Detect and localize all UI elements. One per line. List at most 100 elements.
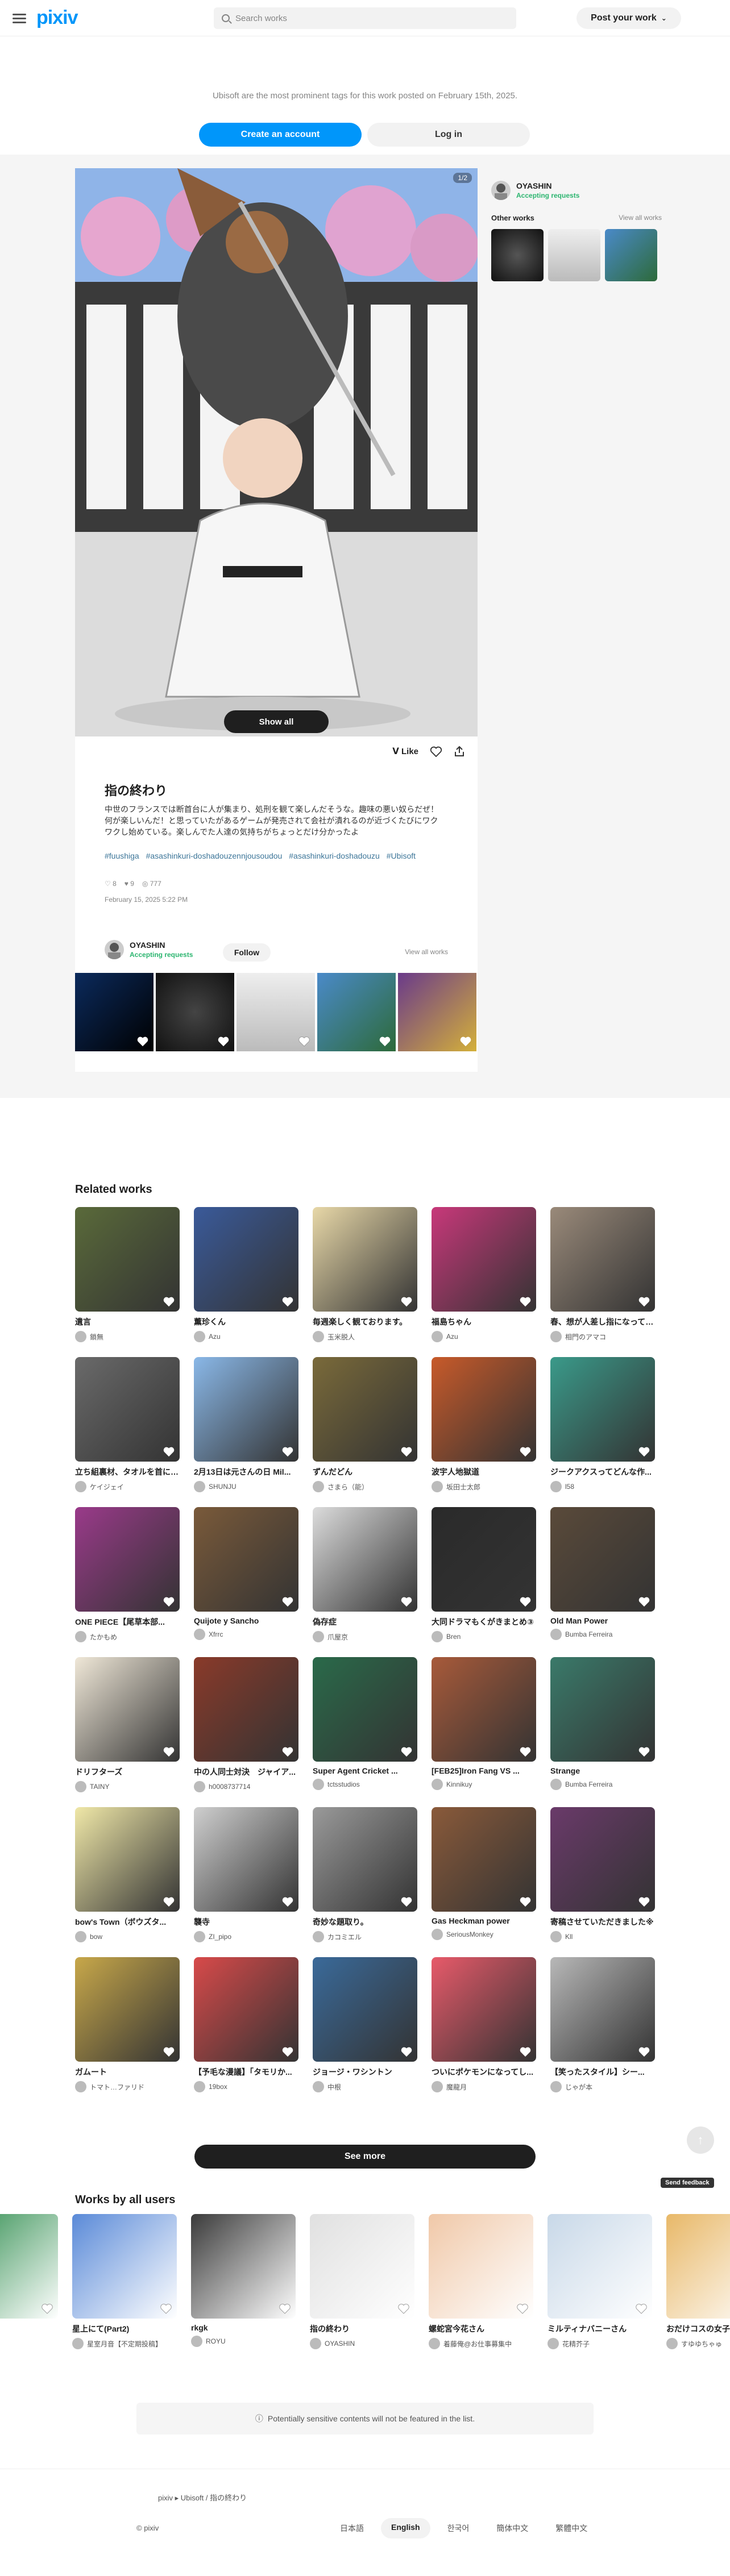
work-user[interactable] <box>0 2338 58 2349</box>
heart-icon[interactable] <box>281 1446 294 1457</box>
work-user[interactable]: さまら（能） <box>313 1481 417 1492</box>
menu-icon[interactable] <box>13 11 26 25</box>
work-title[interactable]: ブ <box>0 2323 58 2334</box>
work-user[interactable]: tctsstudios <box>313 1779 417 1790</box>
work-title[interactable]: [FEB25]Iron Fang VS ... <box>432 1766 536 1775</box>
work-title[interactable]: ガムート <box>75 2066 180 2078</box>
work-thumbnail[interactable] <box>432 1657 536 1762</box>
user-name[interactable]: l58 <box>565 1483 574 1491</box>
heart-icon[interactable] <box>379 1035 391 1047</box>
all-users-work-card[interactable]: 指の終わり OYASHIN <box>310 2214 414 2349</box>
work-thumbnail[interactable] <box>429 2214 533 2319</box>
avatar[interactable] <box>75 1931 86 1942</box>
work-thumbnail[interactable] <box>550 1807 655 1912</box>
user-name[interactable]: 19box <box>209 2083 227 2091</box>
work-title[interactable]: 星上にて(Part2) <box>72 2323 177 2334</box>
avatar[interactable] <box>432 1631 443 1642</box>
heart-icon[interactable] <box>638 1746 650 1757</box>
work-title[interactable]: bow's Town（ボウズタ... <box>75 1916 180 1928</box>
heart-icon[interactable] <box>519 1746 532 1757</box>
avatar[interactable] <box>491 181 511 200</box>
avatar[interactable] <box>429 2338 440 2349</box>
other-work-thumbnail[interactable] <box>605 229 657 281</box>
author-name[interactable]: OYASHIN <box>130 940 193 950</box>
avatar[interactable] <box>313 1931 324 1942</box>
related-work-card[interactable]: 波宇人地獄道 坂田士太郎 <box>432 1357 536 1492</box>
work-title[interactable]: ドリフターズ <box>75 1766 180 1778</box>
user-name[interactable]: カコミエル <box>327 1932 362 1942</box>
work-thumbnail[interactable] <box>194 1357 298 1462</box>
user-name[interactable]: さまら（能） <box>327 1482 368 1492</box>
related-work-card[interactable]: 偽存症 爪屋京 <box>313 1507 417 1642</box>
work-title[interactable]: 福島ちゃん <box>432 1316 536 1327</box>
work-user[interactable]: Kinnikuy <box>432 1779 536 1790</box>
breadcrumb-item[interactable]: Ubisoft <box>181 2494 204 2502</box>
avatar[interactable] <box>313 1331 324 1342</box>
user-name[interactable]: Bumba Ferreira <box>565 1630 612 1638</box>
heart-icon[interactable] <box>638 1296 650 1307</box>
user-name[interactable]: 花精芥子 <box>562 2339 590 2349</box>
heart-icon[interactable] <box>400 1596 413 1607</box>
work-thumbnail[interactable] <box>313 1357 417 1462</box>
work-thumbnail[interactable] <box>194 1657 298 1762</box>
language-option[interactable]: 한국어 <box>437 2518 480 2538</box>
work-title[interactable]: 偽存症 <box>313 1616 417 1628</box>
work-thumbnail[interactable] <box>398 973 476 1051</box>
language-option-active[interactable]: English <box>381 2518 430 2538</box>
work-title[interactable]: 【予毛な漫議】「タモリか... <box>194 2066 298 2078</box>
work-user[interactable]: ROYU <box>191 2336 296 2347</box>
avatar[interactable] <box>194 1781 205 1792</box>
see-more-button[interactable]: See more <box>194 2145 536 2169</box>
work-user[interactable]: Xfrrc <box>194 1629 298 1640</box>
artwork-image[interactable]: 1/2 Show all <box>75 168 478 736</box>
avatar[interactable] <box>194 2081 205 2092</box>
user-name[interactable]: 坂田士太郎 <box>446 1482 480 1492</box>
heart-icon[interactable] <box>136 1035 149 1047</box>
work-thumbnail[interactable] <box>75 1207 180 1312</box>
work-title[interactable]: 遺言 <box>75 1316 180 1327</box>
avatar[interactable] <box>75 1631 86 1642</box>
user-name[interactable]: ZI_pipo <box>209 1933 231 1941</box>
related-work-card[interactable]: ジョージ・ワシントン 中根 <box>313 1957 417 2092</box>
user-name[interactable]: Azu <box>209 1333 221 1341</box>
work-title[interactable]: Gas Heckman power <box>432 1916 536 1925</box>
work-title[interactable]: 襲寺 <box>194 1916 298 1928</box>
avatar[interactable] <box>432 1331 443 1342</box>
user-name[interactable]: 相門のアマコ <box>565 1332 606 1342</box>
work-user[interactable]: じゃが本 <box>550 2081 655 2092</box>
heart-icon[interactable] <box>459 1035 472 1047</box>
related-work-card[interactable]: 【予毛な漫議】「タモリか... 19box <box>194 1957 298 2092</box>
work-thumbnail[interactable] <box>75 1957 180 2062</box>
avatar[interactable] <box>194 1629 205 1640</box>
work-thumbnail[interactable] <box>432 1207 536 1312</box>
user-name[interactable]: じゃが本 <box>565 2082 592 2092</box>
heart-icon[interactable] <box>163 1896 175 1907</box>
work-thumbnail[interactable] <box>432 1957 536 2062</box>
avatar[interactable] <box>666 2338 678 2349</box>
work-user[interactable]: Bren <box>432 1631 536 1642</box>
heart-icon[interactable] <box>163 1446 175 1457</box>
work-title[interactable]: Old Man Power <box>550 1616 655 1625</box>
avatar[interactable] <box>548 2338 559 2349</box>
work-thumbnail[interactable] <box>75 973 154 1051</box>
work-title[interactable]: ずんだどん <box>313 1466 417 1478</box>
heart-icon[interactable] <box>638 1596 650 1607</box>
work-title[interactable]: 奇妙な題取り。 <box>313 1916 417 1928</box>
work-user[interactable]: 爪屋京 <box>313 1631 417 1642</box>
create-account-button[interactable]: Create an account <box>199 123 362 147</box>
work-thumbnail[interactable] <box>313 1807 417 1912</box>
heart-icon[interactable] <box>638 2046 650 2057</box>
heart-icon[interactable] <box>400 1446 413 1457</box>
work-user[interactable]: bow <box>75 1931 180 1942</box>
all-users-work-card[interactable]: おだけコスの女子 すゆゆちゃゅ <box>666 2214 730 2349</box>
heart-icon[interactable] <box>638 1896 650 1907</box>
work-title[interactable]: 大同ドラマもくがきまとめ③ <box>432 1616 536 1628</box>
work-user[interactable]: 玉米脱人 <box>313 1331 417 1342</box>
work-user[interactable]: Bumba Ferreira <box>550 1629 655 1640</box>
work-user[interactable]: トマト…ファリド <box>75 2081 180 2092</box>
work-user[interactable]: Bumba Ferreira <box>550 1779 655 1790</box>
heart-icon[interactable] <box>519 2046 532 2057</box>
work-user[interactable]: TAINY <box>75 1781 180 1792</box>
work-thumbnail[interactable] <box>550 1357 655 1462</box>
work-title[interactable]: 【笑ったスタイル】シー... <box>550 2066 655 2078</box>
